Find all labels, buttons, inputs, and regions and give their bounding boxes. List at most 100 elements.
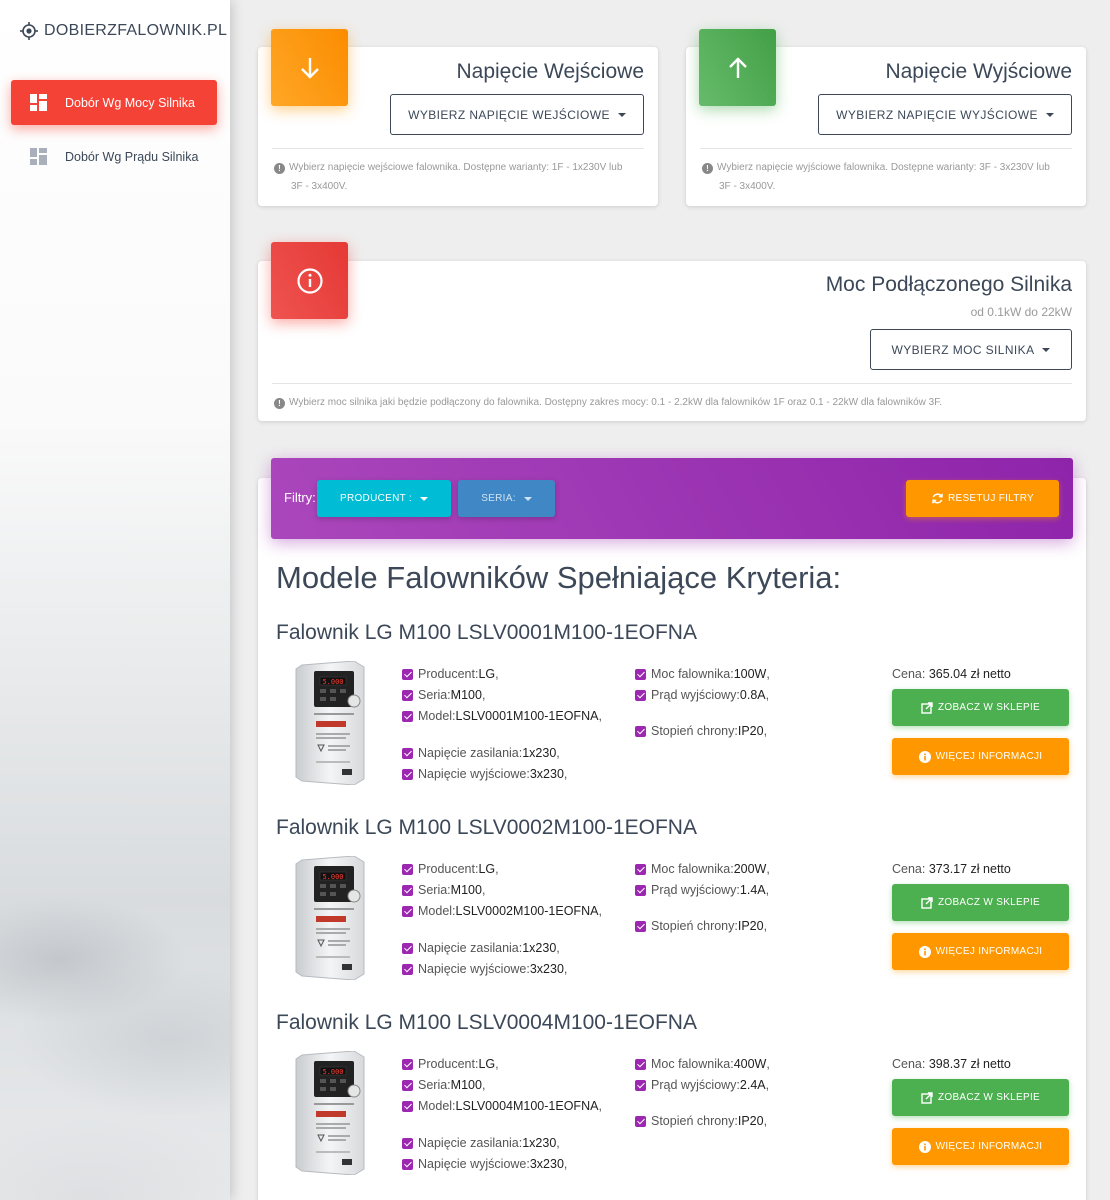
product-price: Cena: 373.17 zł netto [892, 862, 1011, 876]
spec-series: Seria: M100, [402, 687, 485, 703]
dropdown-label: WYBIERZ MOC SILNIKA [891, 342, 1035, 357]
checkbox-checked-icon [402, 747, 413, 759]
spec-label: Napięcie zasilania: [418, 941, 523, 955]
logo[interactable]: DOBIERZFALOWNIK.PL [20, 20, 227, 42]
spec-value: M100 [450, 688, 482, 702]
spec-label: Napięcie zasilania: [418, 746, 523, 760]
checkbox-checked-icon [402, 1058, 413, 1070]
comma: , [598, 1099, 602, 1113]
comma: , [556, 746, 560, 760]
svg-text:5.000: 5.000 [322, 1068, 343, 1076]
comma: , [495, 1057, 499, 1071]
spec-producer: Producent: LG, [402, 1056, 499, 1072]
spec-protection: Stopień chrony: IP20, [635, 1113, 767, 1129]
comma: , [763, 1114, 768, 1128]
crosshair-icon [20, 22, 38, 40]
price-value: 365.04 zł netto [928, 667, 1011, 681]
checkbox-checked-icon [402, 963, 413, 975]
spec-value: IP20 [737, 1114, 764, 1128]
spec-label: Producent: [418, 862, 479, 876]
checkbox-checked-icon [635, 668, 646, 680]
product-title[interactable]: Falownik LG M100 LSLV0001M100-1EOFNA [276, 621, 697, 645]
checkbox-checked-icon [635, 863, 646, 875]
checkbox-checked-icon [402, 668, 413, 680]
checkbox-checked-icon [402, 710, 413, 722]
spec-label: Napięcie wyjściowe: [418, 1157, 530, 1171]
spec-output-voltage: Napięcie wyjściowe: 3x230, [402, 961, 567, 977]
comma: , [765, 1078, 770, 1092]
spec-label: Prąd wyjściowy: [651, 1078, 740, 1092]
reset-filters-button[interactable]: RESETUJ FILTRY [906, 480, 1059, 517]
comma: , [766, 862, 770, 876]
arrow-down-icon [271, 29, 348, 106]
checkbox-checked-icon [402, 863, 413, 875]
checkbox-checked-icon [635, 1115, 646, 1127]
product-item: Falownik LG M100 LSLV0004M100-1EOFNA 5.00… [276, 1011, 1076, 1191]
product-image[interactable]: 5.000 [292, 1050, 368, 1176]
spec-model: Model: LSLV0001M100-1EOFNA, [402, 708, 602, 724]
series-filter-dropdown[interactable]: SERIA: [458, 480, 555, 517]
spec-power: Moc falownika: 200W, [635, 861, 770, 877]
arrow-up-icon [699, 29, 776, 106]
spec-producer: Producent: LG, [402, 666, 499, 682]
price-label: Cena: [892, 667, 929, 681]
output-voltage-dropdown[interactable]: WYBIERZ NAPIĘCIE WYJŚCIOWE [818, 94, 1072, 135]
note-text: 3F - 3x400V. [719, 181, 776, 192]
spec-label: Model: [418, 709, 456, 723]
button-label: ZOBACZ W SKLEPIE [937, 702, 1041, 713]
spec-value: LG [478, 862, 496, 876]
spec-series: Seria: M100, [402, 1077, 485, 1093]
svg-text:5.000: 5.000 [322, 873, 343, 881]
view-in-shop-button[interactable]: ZOBACZ W SKLEPIE [892, 884, 1069, 921]
caret-down-icon [420, 496, 428, 501]
spec-label: Seria: [418, 1078, 451, 1092]
sidebar-item-current[interactable]: Dobór Wg Prądu Silnika [11, 134, 217, 179]
caret-down-icon [1045, 112, 1054, 117]
price-label: Cena: [892, 1057, 929, 1071]
input-voltage-dropdown[interactable]: WYBIERZ NAPIĘCIE WEJŚCIOWE [390, 94, 644, 135]
comma: , [495, 667, 499, 681]
svg-text:5.000: 5.000 [322, 678, 343, 686]
product-title[interactable]: Falownik LG M100 LSLV0004M100-1EOFNA [276, 1011, 697, 1035]
product-title[interactable]: Falownik LG M100 LSLV0002M100-1EOFNA [276, 816, 697, 840]
sidebar-item-power[interactable]: Dobór Wg Mocy Silnika [11, 80, 217, 125]
product-item: Falownik LG M100 LSLV0002M100-1EOFNA 5.00… [276, 816, 1076, 996]
card-title: Napięcie Wyjściowe [885, 60, 1072, 83]
button-label: ZOBACZ W SKLEPIE [937, 897, 1041, 908]
checkbox-checked-icon [402, 884, 413, 896]
view-in-shop-button[interactable]: ZOBACZ W SKLEPIE [892, 1079, 1069, 1116]
comma: , [598, 904, 602, 918]
checkbox-checked-icon [635, 884, 646, 896]
info-circle-icon [271, 242, 348, 319]
view-in-shop-button[interactable]: ZOBACZ W SKLEPIE [892, 689, 1069, 726]
comma: , [763, 919, 768, 933]
card-title: Napięcie Wejściowe [456, 60, 644, 83]
spec-supply: Napięcie zasilania: 1x230, [402, 1135, 560, 1151]
producer-filter-dropdown[interactable]: PRODUCENT : [317, 480, 451, 517]
more-info-button[interactable]: WIĘCEJ INFORMACJI [892, 933, 1069, 970]
motor-power-dropdown[interactable]: WYBIERZ MOC SILNIKA [870, 329, 1072, 370]
spec-label: Stopień chrony: [651, 1114, 738, 1128]
spec-series: Seria: M100, [402, 882, 485, 898]
product-image[interactable]: 5.000 [292, 660, 368, 786]
spec-value: 1x230 [522, 746, 557, 760]
comma: , [481, 883, 486, 897]
spec-label: Napięcie wyjściowe: [418, 962, 530, 976]
checkbox-checked-icon [635, 1058, 646, 1070]
more-info-button[interactable]: WIĘCEJ INFORMACJI [892, 1128, 1069, 1165]
price-label: Cena: [892, 862, 929, 876]
spec-value: LSLV0002M100-1EOFNA [455, 904, 599, 918]
product-image[interactable]: 5.000 [292, 855, 368, 981]
spec-value: M100 [450, 1078, 482, 1092]
price-value: 398.37 zł netto [928, 1057, 1011, 1071]
spec-value: 1x230 [522, 1136, 557, 1150]
spec-label: Napięcie wyjściowe: [418, 767, 530, 781]
spec-protection: Stopień chrony: IP20, [635, 723, 767, 739]
info-icon: ! [274, 163, 285, 174]
spec-value: 3x230 [529, 1157, 564, 1171]
comma: , [556, 1136, 560, 1150]
more-info-button[interactable]: WIĘCEJ INFORMACJI [892, 738, 1069, 775]
checkbox-checked-icon [402, 905, 413, 917]
comma: , [481, 1078, 486, 1092]
results-title: Modele Falowników Spełniające Kryteria: [276, 560, 842, 595]
